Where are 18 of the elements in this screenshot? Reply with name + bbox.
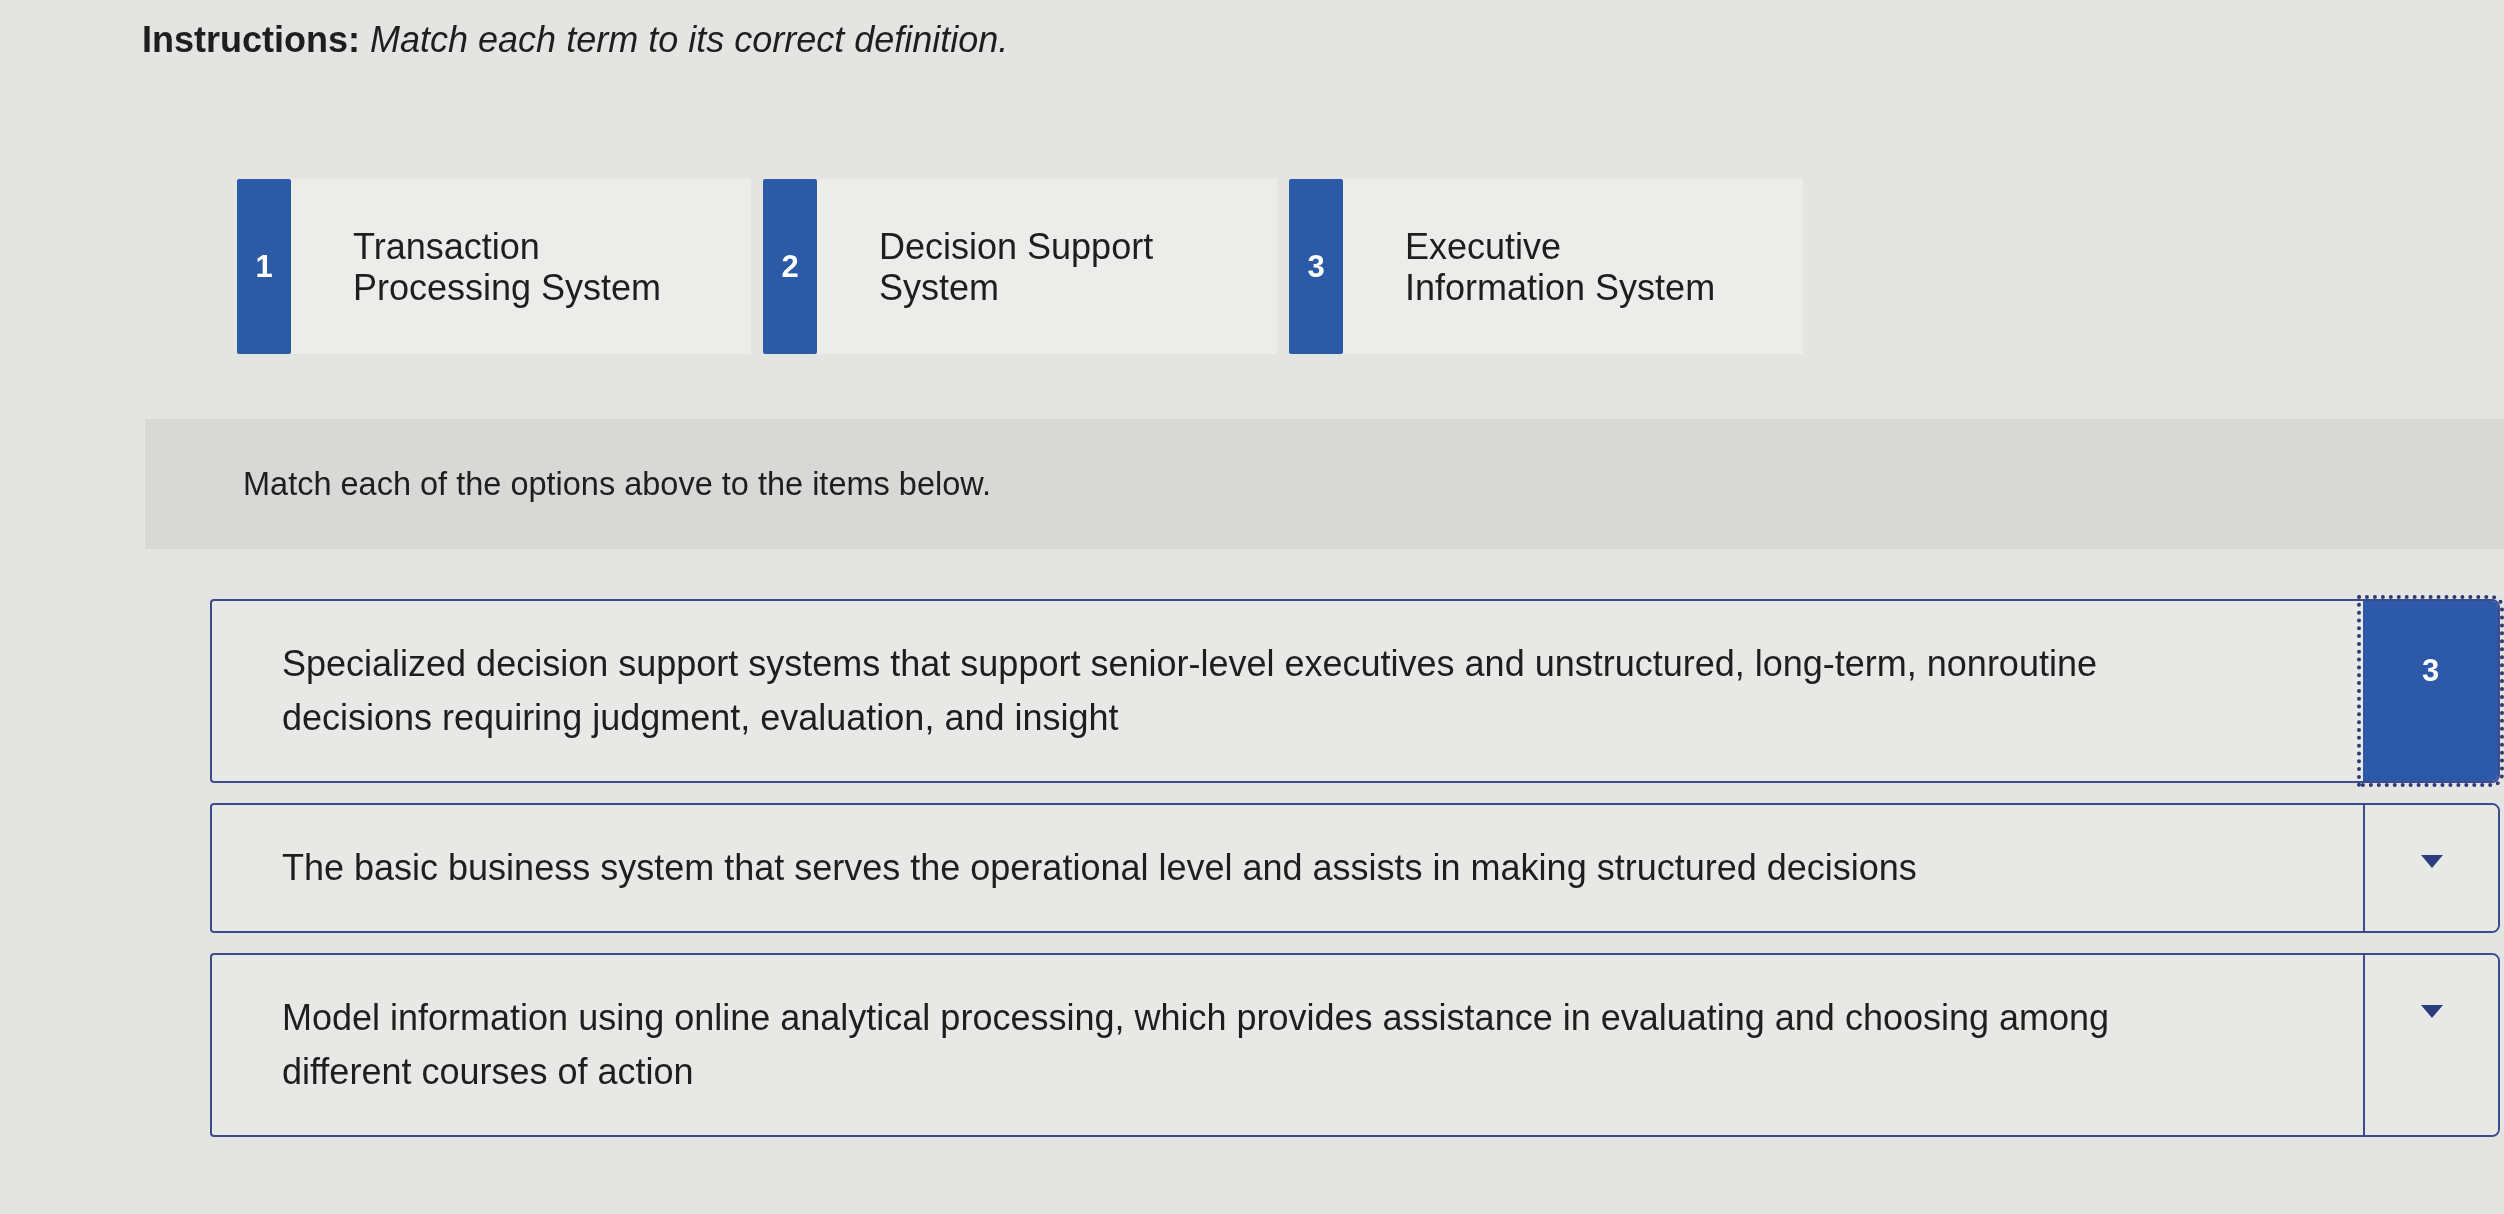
term-card[interactable]: 2 Decision Support System — [763, 179, 1277, 354]
prompt-text: Match each of the options above to the items below. — [243, 465, 991, 504]
answer-dropdown[interactable] — [2363, 805, 2498, 931]
term-label: Transaction Processing System — [353, 225, 663, 308]
definition-text: Specialized decision support systems that support senior-level executives and unstructured, long-term, nonroutine decisions requiring judgment, evaluation, and insight — [281, 642, 2098, 740]
term-label: Executive Information System — [1405, 225, 1717, 308]
definition-text: Model information using online analytical processing, which provides assistance in evaluating and choosing among different courses of action — [281, 996, 2111, 1094]
term-card[interactable]: 1 Transaction Processing System — [237, 179, 751, 354]
caret-icon — [2420, 1005, 2443, 1018]
answer-dropdown[interactable] — [2363, 955, 2498, 1135]
caret-icon — [2420, 855, 2443, 868]
definition-text: The basic business system that serves the operational level and assists in making structured decisions — [281, 846, 1918, 890]
term-number-tab: 3 — [1289, 179, 1343, 354]
term-label: Decision Support System — [879, 225, 1155, 308]
term-number-tab: 1 — [237, 179, 291, 354]
instructions-text: Instructions: Match each term to its correct definition. — [142, 18, 1009, 62]
term-number-tab: 2 — [763, 179, 817, 354]
term-card[interactable]: 3 Executive Information System — [1289, 179, 1803, 354]
